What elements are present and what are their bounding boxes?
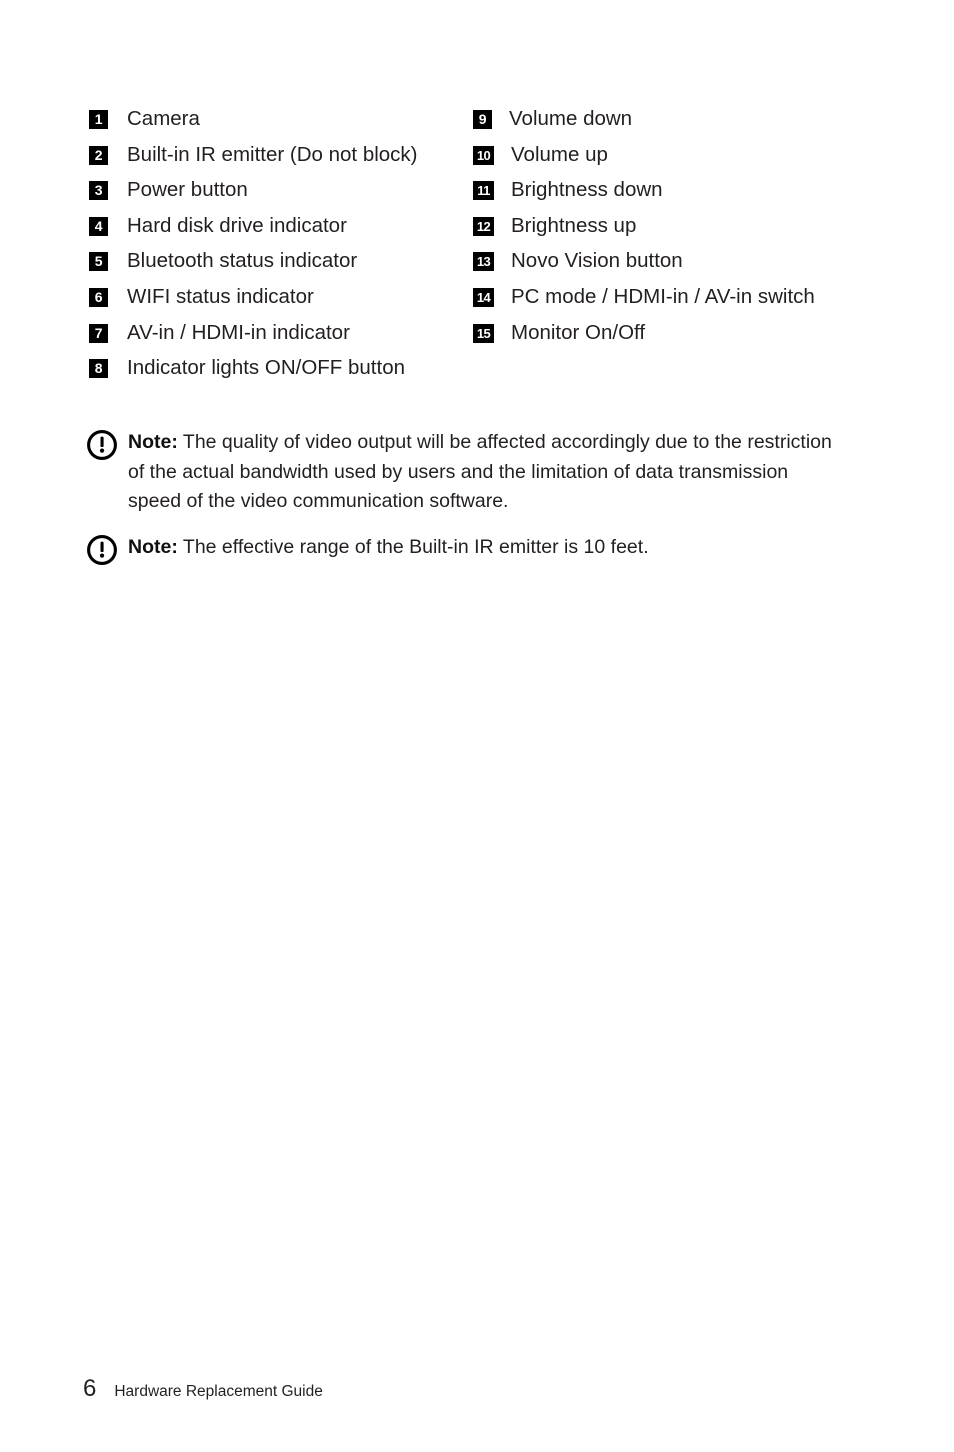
note-body: The quality of video output will be affe…	[128, 431, 832, 512]
note-block: Note: The effective range of the Built-i…	[86, 533, 886, 566]
legend-item-label: AV-in / HDMI-in indicator	[127, 320, 350, 344]
callout-number-badge: 10	[473, 145, 494, 165]
legend-item: 14 PC mode / HDMI-in / AV-in switch	[473, 284, 893, 320]
note-block: Note: The quality of video output will b…	[86, 428, 886, 517]
callout-number-badge: 2	[89, 145, 108, 165]
legend-item-label: Brightness up	[511, 213, 637, 237]
legend-item: 13 Novo Vision button	[473, 248, 893, 284]
page-number: 6	[83, 1375, 97, 1402]
notes-section: Note: The quality of video output will b…	[86, 428, 886, 566]
callout-number-badge: 12	[473, 216, 494, 236]
page-footer: 6 Hardware Replacement Guide	[83, 1377, 323, 1404]
legend-item: 15 Monitor On/Off	[473, 320, 893, 356]
legend-item: 9 Volume down	[473, 106, 893, 142]
legend-item-label: Built-in IR emitter (Do not block)	[127, 142, 418, 166]
legend-item: 2 Built-in IR emitter (Do not block)	[89, 142, 469, 178]
legend-item-label: PC mode / HDMI-in / AV-in switch	[511, 284, 815, 308]
callout-number-badge: 13	[473, 252, 494, 272]
legend-item-label: Novo Vision button	[511, 249, 683, 273]
exclamation-circle-icon	[86, 429, 118, 461]
legend-item-label: Indicator lights ON/OFF button	[127, 356, 406, 380]
callout-number-badge: 7	[89, 323, 108, 343]
legend-column-left: 1 Camera 2 Built-in IR emitter (Do not b…	[89, 106, 469, 391]
note-body: The effective range of the Built-in IR e…	[182, 535, 649, 558]
document-title: Hardware Replacement Guide	[114, 1383, 323, 1400]
note-label: Note:	[128, 431, 178, 453]
legend-item: 11 Brightness down	[473, 177, 893, 213]
callout-number-badge: 4	[89, 216, 108, 236]
legend-item: 12 Brightness up	[473, 213, 893, 249]
legend-item: 1 Camera	[89, 106, 469, 142]
legend-item: 10 Volume up	[473, 142, 893, 178]
legend-column-right: 9 Volume down 10 Volume up 11 Brightness…	[473, 106, 893, 355]
legend-item-label: Hard disk drive indicator	[127, 213, 347, 237]
exclamation-circle-icon	[86, 534, 118, 566]
callout-number-badge: 8	[89, 359, 108, 379]
legend-item: 5 Bluetooth status indicator	[89, 248, 469, 284]
legend-item: 4 Hard disk drive indicator	[89, 213, 469, 249]
legend-item-label: WIFI status indicator	[127, 284, 314, 308]
legend-item-label: Volume up	[511, 142, 608, 166]
legend-item: 7 AV-in / HDMI-in indicator	[89, 320, 469, 356]
legend-item-label: Camera	[127, 107, 200, 130]
note-text: Note: The effective range of the Built-i…	[128, 533, 886, 563]
callout-number-badge: 6	[89, 287, 108, 307]
callout-number-badge: 5	[89, 252, 108, 272]
callout-number-badge: 9	[473, 110, 492, 129]
callout-number-badge: 15	[473, 323, 494, 343]
callout-number-badge: 11	[473, 181, 494, 201]
legend-item-label: Power button	[127, 178, 248, 202]
note-label: Note:	[128, 535, 178, 558]
callout-number-badge: 14	[473, 287, 494, 307]
callout-number-badge: 1	[89, 110, 108, 129]
legend-item: 8 Indicator lights ON/OFF button	[89, 355, 469, 391]
legend-item-label: Volume down	[509, 107, 633, 130]
note-text: Note: The quality of video output will b…	[128, 428, 833, 517]
legend-item: 6 WIFI status indicator	[89, 284, 469, 320]
legend-item: 3 Power button	[89, 177, 469, 213]
callout-number-badge: 3	[89, 181, 108, 201]
legend-item-label: Monitor On/Off	[511, 320, 646, 344]
legend-item-label: Bluetooth status indicator	[127, 249, 358, 273]
legend-item-label: Brightness down	[511, 178, 663, 202]
